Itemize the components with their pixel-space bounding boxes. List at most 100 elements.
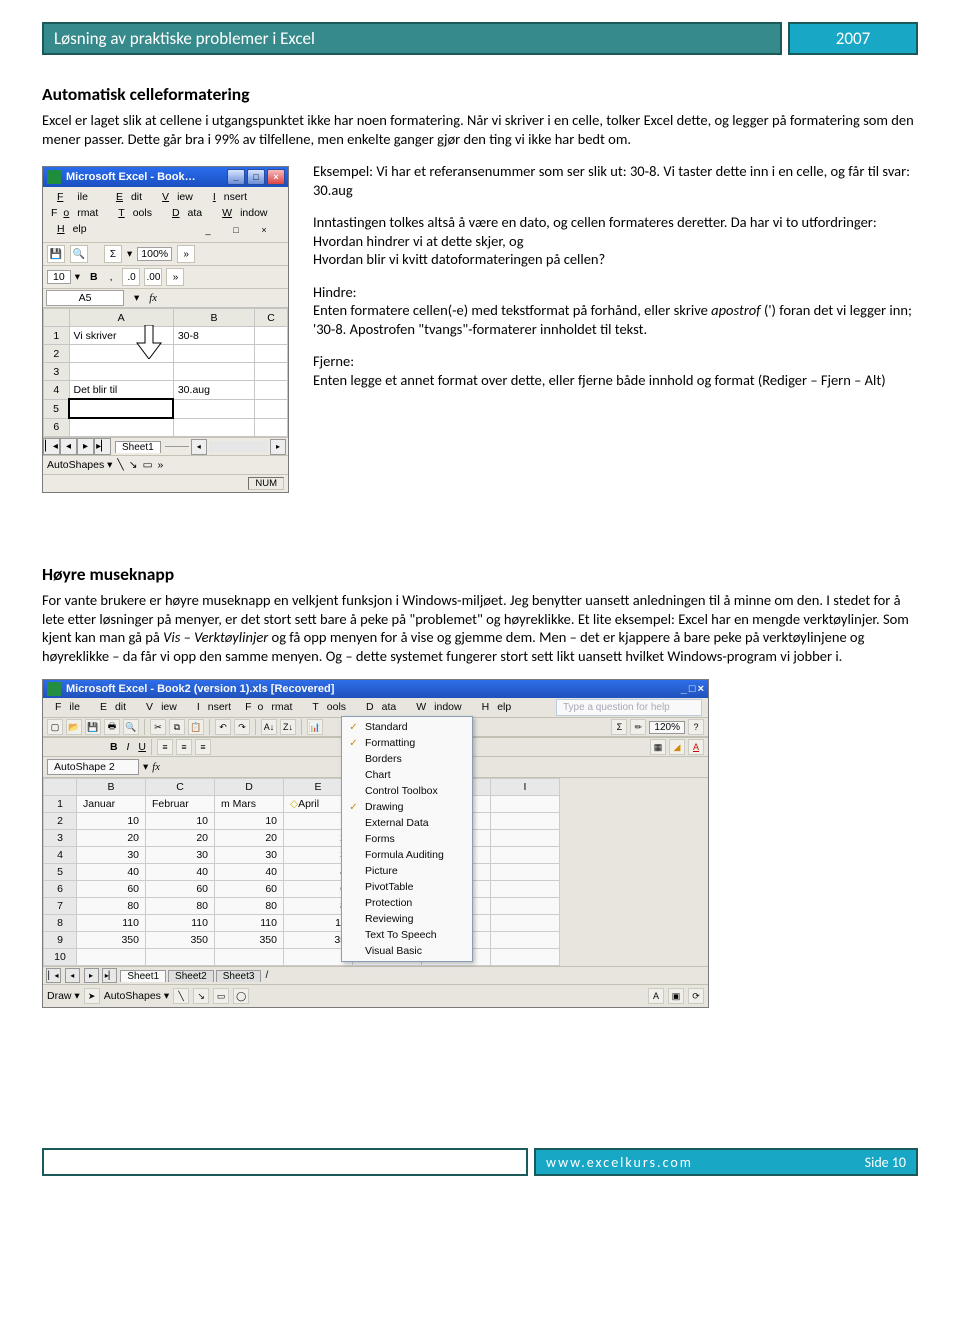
draw-menu[interactable]: Draw ▾: [47, 990, 80, 1002]
row-header[interactable]: 6: [44, 418, 70, 437]
tab-first-button[interactable]: ▏◂: [43, 438, 60, 455]
sheet-tab[interactable]: Sheet3: [216, 970, 262, 982]
scrollbar[interactable]: [209, 441, 268, 452]
row-header[interactable]: 3: [44, 363, 70, 381]
tab-prev-button[interactable]: ◂: [65, 968, 80, 983]
rotate-icon[interactable]: ⟳: [688, 988, 704, 1004]
scroll-right-button[interactable]: ▸: [270, 439, 286, 455]
decrease-decimal-icon[interactable]: .0: [122, 268, 140, 286]
col-header[interactable]: C: [255, 309, 288, 327]
row-header[interactable]: 4: [44, 381, 70, 400]
menu-item-protection[interactable]: Protection: [342, 895, 472, 911]
copy-icon[interactable]: ⧉: [169, 719, 185, 735]
oval-icon[interactable]: ◯: [233, 988, 249, 1004]
name-box[interactable]: A5: [46, 290, 124, 306]
sheet-tab[interactable]: Sheet2: [168, 970, 214, 982]
save-icon[interactable]: 💾: [85, 719, 101, 735]
tab-last-button[interactable]: ▸▏: [94, 438, 111, 455]
sheet-tab[interactable]: Sheet1: [115, 441, 161, 453]
undo-icon[interactable]: ↶: [215, 719, 231, 735]
autosum-icon[interactable]: Σ: [104, 245, 122, 263]
rect-icon[interactable]: ▭: [143, 459, 153, 471]
minimize-button[interactable]: _: [681, 683, 687, 695]
row-header[interactable]: 2: [44, 345, 70, 363]
menu-window[interactable]: Window: [404, 699, 469, 716]
more-toolbar-icon[interactable]: »: [177, 245, 195, 263]
close-button[interactable]: ×: [267, 169, 285, 185]
name-box[interactable]: AutoShape 2: [47, 759, 139, 775]
menu-format[interactable]: Format: [239, 699, 300, 716]
tab-prev-button[interactable]: ◂: [60, 438, 77, 455]
arrow-icon[interactable]: ↘: [129, 459, 138, 471]
increase-decimal-icon[interactable]: .00: [144, 268, 162, 286]
menu-window[interactable]: Window: [210, 205, 275, 221]
open-icon[interactable]: 📂: [66, 719, 82, 735]
menu-item-drawing[interactable]: ✓Drawing: [342, 799, 472, 815]
line-icon[interactable]: ╲: [173, 988, 189, 1004]
save-icon[interactable]: 💾: [47, 245, 65, 263]
close-button[interactable]: ×: [698, 683, 704, 695]
menu-data[interactable]: Data: [160, 205, 210, 221]
tab-first-button[interactable]: ▏◂: [46, 968, 61, 983]
maximize-button[interactable]: □: [689, 683, 696, 695]
menu-item-external-data[interactable]: External Data: [342, 815, 472, 831]
drawing-icon[interactable]: ✏: [630, 719, 646, 735]
preview-icon[interactable]: 🔍: [123, 719, 139, 735]
row-header[interactable]: 1: [44, 327, 70, 345]
help-search-box[interactable]: Type a question for help: [556, 699, 702, 716]
font-size-box[interactable]: 10: [47, 270, 71, 284]
menu-insert[interactable]: Insert: [201, 189, 255, 205]
menu-data[interactable]: Data: [354, 699, 404, 716]
more-formatting-icon[interactable]: »: [166, 268, 184, 286]
menu-item-control-toolbox[interactable]: Control Toolbox: [342, 783, 472, 799]
menu-format[interactable]: Format: [45, 205, 106, 221]
menu-item-pivottable[interactable]: PivotTable: [342, 879, 472, 895]
scroll-left-button[interactable]: ◂: [191, 439, 207, 455]
inner-minimize-button[interactable]: _: [196, 223, 222, 238]
menu-file[interactable]: File: [43, 699, 88, 716]
sort-asc-icon[interactable]: A↓: [261, 719, 277, 735]
menu-item-borders[interactable]: Borders: [342, 751, 472, 767]
sort-desc-icon[interactable]: Z↓: [280, 719, 296, 735]
row-header[interactable]: 5: [44, 399, 70, 418]
menu-item-visual-basic[interactable]: Visual Basic: [342, 943, 472, 959]
textbox-icon[interactable]: A: [648, 988, 664, 1004]
menu-edit[interactable]: Edit: [104, 189, 150, 205]
autosum-icon[interactable]: Σ: [611, 719, 627, 735]
menu-item-formula-auditing[interactable]: Formula Auditing: [342, 847, 472, 863]
sheet-tab[interactable]: Sheet1: [120, 970, 166, 982]
zoom-box[interactable]: 100%: [137, 247, 172, 261]
menu-item-picture[interactable]: Picture: [342, 863, 472, 879]
more-draw-icon[interactable]: »: [157, 459, 163, 471]
autoshapes-menu[interactable]: AutoShapes ▾: [104, 990, 169, 1002]
tab-last-button[interactable]: ▸▏: [102, 968, 117, 983]
worksheet-grid[interactable]: A B C 1Vi skriver30-8 2 3 4Det blir til3…: [43, 308, 288, 437]
tab-next-button[interactable]: ▸: [77, 438, 94, 455]
align-right-icon[interactable]: ≡: [195, 739, 211, 755]
menu-tools[interactable]: Tools: [106, 205, 160, 221]
menu-edit[interactable]: Edit: [88, 699, 134, 716]
paste-icon[interactable]: 📋: [188, 719, 204, 735]
menu-view[interactable]: View: [134, 699, 185, 716]
menu-item-standard[interactable]: ✓Standard: [342, 719, 472, 735]
font-color-icon[interactable]: A: [688, 739, 704, 755]
menu-item-formatting[interactable]: ✓Formatting: [342, 735, 472, 751]
select-objects-icon[interactable]: ➤: [84, 988, 100, 1004]
maximize-button[interactable]: □: [247, 169, 265, 185]
inner-close-button[interactable]: ×: [252, 223, 278, 238]
menu-item-forms[interactable]: Forms: [342, 831, 472, 847]
rect-icon[interactable]: ▭: [213, 988, 229, 1004]
menu-item-reviewing[interactable]: Reviewing: [342, 911, 472, 927]
menu-insert[interactable]: Insert: [185, 699, 239, 716]
print-icon[interactable]: 🖶: [104, 719, 120, 735]
align-center-icon[interactable]: ≡: [176, 739, 192, 755]
arrow-icon[interactable]: ↘: [193, 988, 209, 1004]
inner-restore-button[interactable]: □: [224, 223, 250, 238]
menu-help[interactable]: Help: [470, 699, 520, 716]
menu-item-chart[interactable]: Chart: [342, 767, 472, 783]
menu-item-text-to-speech[interactable]: Text To Speech: [342, 927, 472, 943]
chart-icon[interactable]: 📊: [307, 719, 323, 735]
menu-help[interactable]: Help: [45, 221, 95, 240]
align-left-icon[interactable]: ≡: [157, 739, 173, 755]
cut-icon[interactable]: ✂: [150, 719, 166, 735]
